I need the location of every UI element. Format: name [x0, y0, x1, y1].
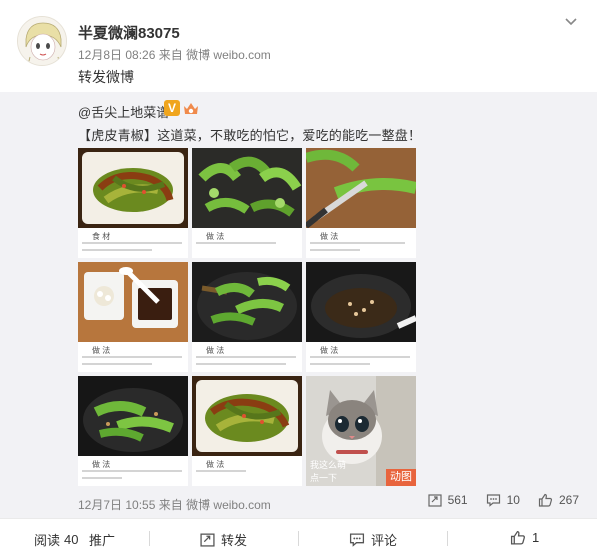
- read-value: 40: [64, 532, 79, 547]
- recipe-card: 做 法: [306, 228, 416, 258]
- post-header: 半夏微澜83075 12月8日 08:26 来自 微博 weibo.com 转发…: [0, 0, 597, 92]
- repost-label: 转发: [221, 533, 248, 548]
- comment-button[interactable]: 评论: [349, 530, 397, 549]
- grid-image-1[interactable]: 食 材: [78, 148, 188, 258]
- promote-label: 推广: [89, 533, 116, 548]
- read-count: 阅读 40: [34, 530, 78, 549]
- dish-photo: [78, 148, 188, 228]
- repost-icon: [427, 494, 442, 507]
- read-label: 阅读: [34, 533, 61, 548]
- dish-photo: [78, 262, 188, 342]
- grid-image-2[interactable]: 做 法: [192, 148, 302, 258]
- username[interactable]: 半夏微澜83075: [78, 22, 180, 43]
- quoted-repost-button[interactable]: 561: [427, 493, 468, 507]
- post-text: 转发微博: [78, 69, 134, 85]
- recipe-card: 做 法: [192, 456, 302, 486]
- divider: [447, 531, 448, 546]
- quoted-repost-count: 561: [447, 493, 468, 507]
- quoted-text: 【虎皮青椒】这道菜，不敢吃的怕它，爱吃的能吃一整盘！: [78, 128, 422, 143]
- quoted-date[interactable]: 12月7日 10:55: [78, 498, 155, 512]
- avatar[interactable]: [17, 16, 67, 66]
- recipe-card-title: 做 法: [320, 232, 339, 241]
- quoted-meta: 12月7日 10:55 来自 微博 weibo.com: [78, 496, 271, 513]
- recipe-card-title: 做 法: [206, 460, 225, 469]
- avatar-illustration: [18, 17, 66, 65]
- recipe-card-title: 做 法: [206, 232, 225, 241]
- recipe-card: 做 法: [78, 456, 188, 486]
- dish-photo: [78, 376, 188, 456]
- quoted-post: @舌尖上地菜谱 V 【虎皮青椒】这道菜，不敢吃的怕它，爱吃的能吃一整盘！ 食 材: [0, 92, 597, 518]
- recipe-card: 做 法: [306, 342, 416, 372]
- dish-photo: [192, 262, 302, 342]
- gif-caption: 我这么萌 点一下: [310, 460, 347, 483]
- post-meta: 12月8日 08:26 来自 微博 weibo.com: [78, 46, 271, 63]
- via-prefix: 来自: [158, 48, 183, 62]
- promote-button[interactable]: 推广: [89, 530, 115, 549]
- chevron-down-icon[interactable]: [563, 14, 579, 30]
- verified-badge-icon: V: [164, 100, 180, 116]
- like-count: 1: [532, 530, 540, 545]
- thumbs-up-icon: [510, 530, 525, 545]
- grid-image-9-gif[interactable]: 我这么萌 点一下 动图: [306, 376, 416, 486]
- quoted-like-count: 267: [558, 493, 579, 507]
- recipe-card: 食 材: [78, 228, 188, 258]
- member-crown-icon: [184, 103, 198, 114]
- image-grid: 食 材 做 法 做 法 做 法 做 法 做 法 做 法 做 法 我这么萌 点一下…: [78, 148, 416, 488]
- recipe-card: 做 法: [192, 228, 302, 258]
- quoted-comment-button[interactable]: 10: [486, 493, 520, 507]
- recipe-card-title: 做 法: [320, 346, 339, 355]
- via-prefix: 来自: [158, 498, 183, 512]
- post-footer: 阅读 40 推广 转发 评论 1: [0, 518, 597, 557]
- repost-icon: [200, 533, 215, 547]
- comment-icon: [349, 533, 365, 547]
- post-date[interactable]: 12月8日 08:26: [78, 48, 155, 62]
- thumbs-up-icon: [538, 493, 553, 507]
- dish-photo: [192, 376, 302, 456]
- recipe-card-title: 做 法: [92, 346, 111, 355]
- recipe-card-title: 食 材: [92, 232, 111, 241]
- quoted-source[interactable]: 微博 weibo.com: [186, 498, 271, 512]
- comment-label: 评论: [371, 533, 398, 548]
- grid-image-4[interactable]: 做 法: [78, 262, 188, 372]
- grid-image-5[interactable]: 做 法: [192, 262, 302, 372]
- quoted-author[interactable]: @舌尖上地菜谱: [78, 102, 169, 121]
- dish-photo: [306, 148, 416, 228]
- quoted-like-button[interactable]: 267: [538, 493, 579, 507]
- grid-image-8[interactable]: 做 法: [192, 376, 302, 486]
- comment-icon: [486, 494, 500, 507]
- quoted-stats: 561 10 267: [410, 493, 579, 507]
- repost-button[interactable]: 转发: [200, 530, 247, 549]
- recipe-card-title: 做 法: [206, 346, 225, 355]
- grid-image-3[interactable]: 做 法: [306, 148, 416, 258]
- quoted-comment-count: 10: [506, 493, 520, 507]
- grid-image-6[interactable]: 做 法: [306, 262, 416, 372]
- dish-photo: [192, 148, 302, 228]
- recipe-card: 做 法: [192, 342, 302, 372]
- recipe-card: 做 法: [78, 342, 188, 372]
- grid-image-7[interactable]: 做 法: [78, 376, 188, 486]
- divider: [149, 531, 150, 546]
- divider: [298, 531, 299, 546]
- gif-tag: 动图: [386, 469, 416, 486]
- recipe-card-title: 做 法: [92, 460, 111, 469]
- post-source[interactable]: 微博 weibo.com: [186, 48, 271, 62]
- like-button[interactable]: 1: [510, 530, 539, 545]
- dish-photo: [306, 262, 416, 342]
